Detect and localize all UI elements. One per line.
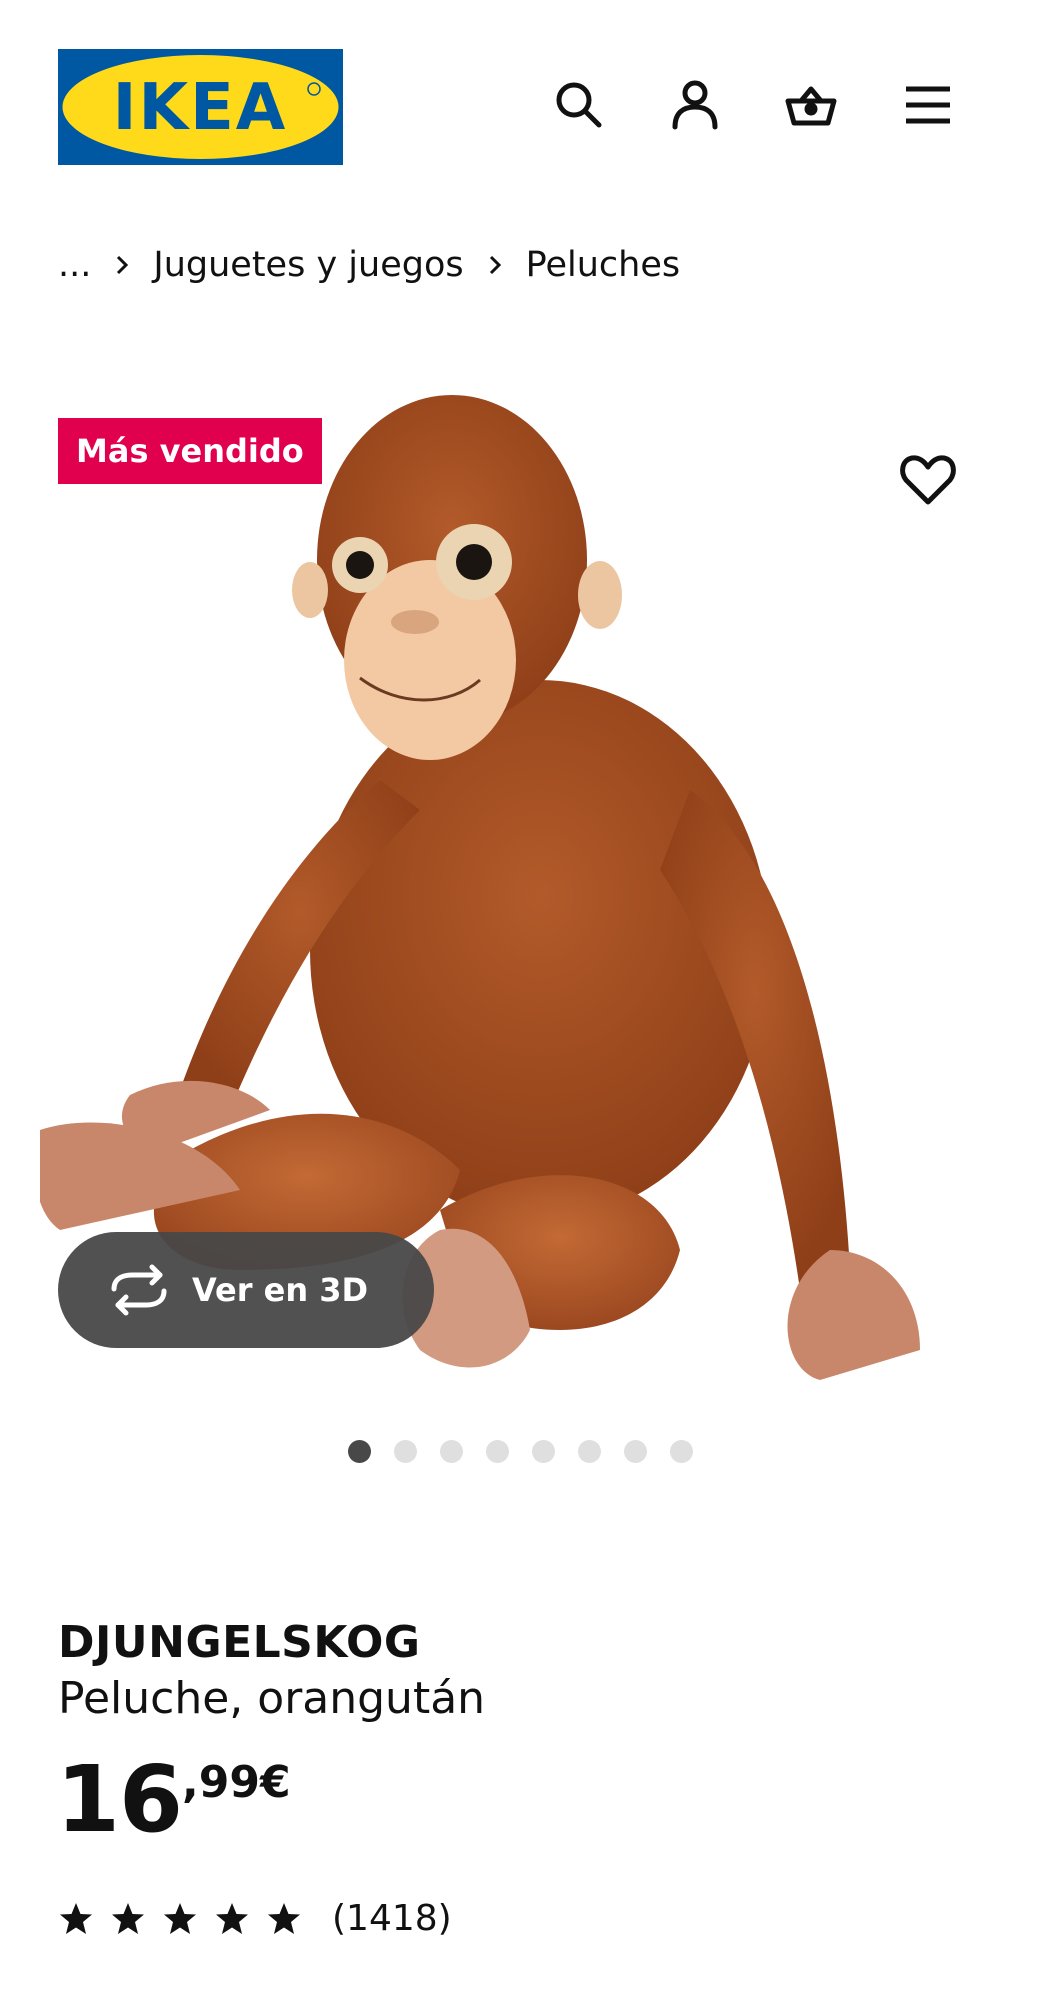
review-count: (1418) <box>332 1898 452 1939</box>
ikea-logo-mark: IKEA <box>58 49 343 165</box>
site-header: IKEA <box>58 49 986 165</box>
carousel-dot[interactable] <box>624 1440 647 1463</box>
rotate-3d-icon <box>111 1264 167 1316</box>
carousel-dot[interactable] <box>440 1440 463 1463</box>
product-rating[interactable]: (1418) <box>58 1898 452 1939</box>
price-decimal: ,99€ <box>182 1757 291 1808</box>
carousel-dot[interactable] <box>532 1440 555 1463</box>
ikea-logo[interactable]: IKEA <box>58 49 343 165</box>
product-name: DJUNGELSKOG <box>58 1617 421 1668</box>
search-icon[interactable] <box>549 75 609 135</box>
bestseller-badge: Más vendido <box>58 418 322 484</box>
carousel-dot[interactable] <box>670 1440 693 1463</box>
star-icon <box>112 1902 144 1934</box>
price-integer: 16 <box>56 1746 183 1853</box>
view-3d-label: Ver en 3D <box>192 1271 369 1309</box>
star-icon <box>216 1902 248 1934</box>
breadcrumb-ellipsis[interactable]: ... <box>58 245 91 285</box>
carousel-pagination <box>348 1440 693 1463</box>
carousel-dot[interactable] <box>486 1440 509 1463</box>
star-icon <box>268 1902 300 1934</box>
view-3d-button[interactable]: Ver en 3D <box>58 1232 434 1348</box>
breadcrumb-toys-games[interactable]: Juguetes y juegos <box>153 245 463 285</box>
product-media: Más vendido Ver en 3D <box>0 370 1044 1420</box>
product-price: 16 ,99€ <box>56 1745 291 1855</box>
cart-icon[interactable] <box>781 75 841 135</box>
menu-icon[interactable] <box>898 75 958 135</box>
favorite-heart-icon[interactable] <box>898 450 958 510</box>
breadcrumb: ... Juguetes y juegos Peluches <box>58 240 680 290</box>
star-icon <box>60 1902 92 1934</box>
product-description: Peluche, orangután <box>58 1673 486 1724</box>
account-icon[interactable] <box>665 75 725 135</box>
carousel-dot[interactable] <box>348 1440 371 1463</box>
product-page: IKEA ... Juguetes y juegos Peluches Más … <box>0 0 1044 2000</box>
chevron-right-icon <box>464 254 526 276</box>
carousel-dot[interactable] <box>578 1440 601 1463</box>
chevron-right-icon <box>91 254 153 276</box>
logo-text: IKEA <box>113 71 288 145</box>
star-icon <box>164 1902 196 1934</box>
breadcrumb-plush[interactable]: Peluches <box>526 245 681 285</box>
carousel-dot[interactable] <box>394 1440 417 1463</box>
